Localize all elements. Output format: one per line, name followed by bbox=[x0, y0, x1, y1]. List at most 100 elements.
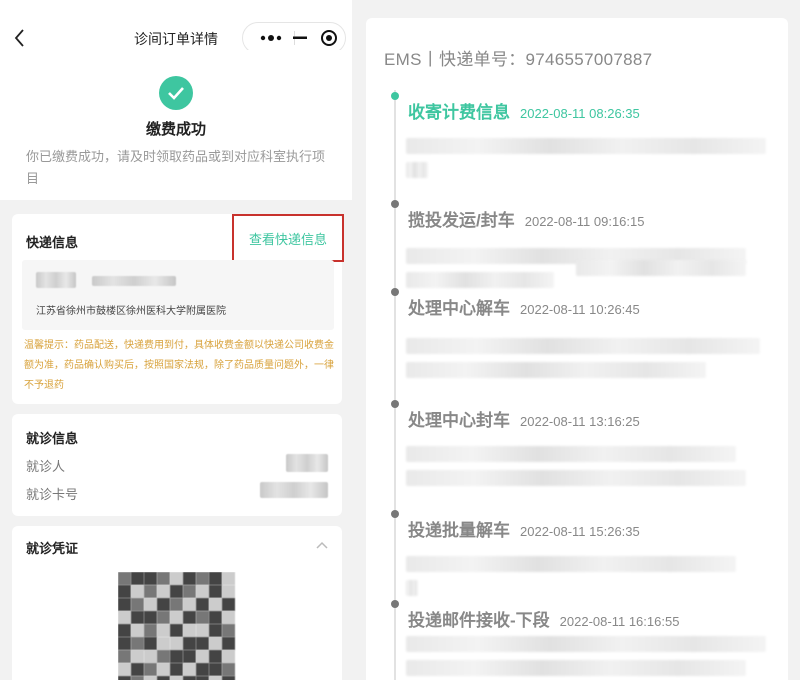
event-status: 揽投发运/封车 bbox=[408, 211, 515, 230]
qr-cell bbox=[196, 624, 209, 637]
qr-cell bbox=[157, 585, 170, 598]
express-info-card: 快递信息 查看快递信息 江苏省徐州市鼓楼区徐州医科大学附属医院 温馨提示：药品配… bbox=[12, 214, 344, 404]
event-status: 处理中心封车 bbox=[408, 411, 510, 430]
event-detail-redacted bbox=[406, 660, 746, 676]
timeline-event: 投递批量解车 2022-08-11 15:26:35 bbox=[408, 516, 640, 541]
qr-cell bbox=[131, 572, 144, 585]
timeline-line bbox=[394, 90, 396, 680]
timeline-event: 收寄计费信息 2022-08-11 08:26:35 bbox=[408, 98, 640, 123]
qr-cell bbox=[183, 676, 196, 680]
address-box: 江苏省徐州市鼓楼区徐州医科大学附属医院 bbox=[22, 260, 334, 330]
qr-cell bbox=[209, 611, 222, 624]
event-time: 2022-08-11 09:16:15 bbox=[524, 214, 645, 229]
event-detail-redacted bbox=[406, 162, 428, 178]
event-detail-redacted bbox=[406, 338, 760, 354]
qr-cell bbox=[170, 624, 183, 637]
event-time: 2022-08-11 15:26:35 bbox=[520, 524, 640, 539]
qr-cell bbox=[131, 663, 144, 676]
qr-cell bbox=[170, 676, 183, 680]
qr-cell bbox=[183, 650, 196, 663]
qr-cell bbox=[222, 624, 235, 637]
event-time: 2022-08-11 08:26:35 bbox=[520, 106, 640, 121]
event-status: 收寄计费信息 bbox=[408, 103, 510, 122]
qr-cell bbox=[170, 572, 183, 585]
event-status: 投递邮件接收-下段 bbox=[408, 611, 550, 630]
qr-code-redacted bbox=[118, 572, 236, 680]
card-number-redacted bbox=[260, 482, 328, 498]
visit-info-card: 就诊信息 就诊人 就诊卡号 bbox=[12, 414, 342, 516]
timeline-event: 投递邮件接收-下段 2022-08-11 16:16:55 bbox=[408, 606, 679, 631]
qr-cell bbox=[144, 585, 157, 598]
qr-cell bbox=[183, 572, 196, 585]
qr-cell bbox=[170, 650, 183, 663]
patient-label: 就诊人 bbox=[26, 459, 66, 474]
qr-cell bbox=[183, 624, 196, 637]
qr-cell bbox=[157, 637, 170, 650]
timeline-dot bbox=[391, 200, 399, 208]
timeline-dot bbox=[391, 92, 399, 100]
qr-cell bbox=[144, 611, 157, 624]
qr-cell bbox=[118, 611, 131, 624]
qr-cell bbox=[157, 650, 170, 663]
qr-cell bbox=[222, 598, 235, 611]
qr-cell bbox=[209, 585, 222, 598]
recipient-phone-redacted bbox=[92, 276, 176, 286]
event-detail-redacted bbox=[406, 636, 766, 652]
qr-cell bbox=[157, 663, 170, 676]
qr-cell bbox=[196, 611, 209, 624]
qr-cell bbox=[157, 676, 170, 680]
event-detail-redacted bbox=[406, 272, 554, 288]
payment-status-section: 缴费成功 你已缴费成功，请及时领取药品或到对应科室执行项目 bbox=[0, 50, 352, 200]
qr-cell bbox=[222, 650, 235, 663]
qr-cell bbox=[131, 650, 144, 663]
timeline-dot bbox=[391, 600, 399, 608]
qr-cell bbox=[196, 585, 209, 598]
qr-cell bbox=[209, 650, 222, 663]
qr-cell bbox=[118, 585, 131, 598]
qr-cell bbox=[222, 585, 235, 598]
qr-cell bbox=[118, 663, 131, 676]
event-time: 2022-08-11 16:16:55 bbox=[559, 614, 680, 629]
qr-cell bbox=[196, 572, 209, 585]
qr-cell bbox=[196, 676, 209, 680]
timeline-event: 揽投发运/封车 2022-08-11 09:16:15 bbox=[408, 206, 644, 231]
qr-cell bbox=[157, 598, 170, 611]
qr-cell bbox=[196, 650, 209, 663]
qr-cell bbox=[183, 598, 196, 611]
timeline-dot bbox=[391, 400, 399, 408]
qr-cell bbox=[196, 663, 209, 676]
qr-cell bbox=[183, 611, 196, 624]
qr-cell bbox=[131, 585, 144, 598]
qr-cell bbox=[209, 637, 222, 650]
qr-cell bbox=[144, 572, 157, 585]
qr-cell bbox=[170, 663, 183, 676]
order-detail-panel: 诊间订单详情 缴费成功 你已缴费成功，请及时领取药品或到对应科室执行项目 快递信… bbox=[0, 0, 352, 680]
view-express-button[interactable]: 查看快递信息 bbox=[232, 214, 344, 262]
chevron-up-icon[interactable] bbox=[316, 540, 328, 552]
qr-cell bbox=[183, 663, 196, 676]
event-detail-redacted bbox=[406, 362, 706, 378]
qr-cell bbox=[118, 598, 131, 611]
payment-description: 你已缴费成功，请及时领取药品或到对应科室执行项目 bbox=[26, 149, 326, 186]
check-icon bbox=[159, 76, 193, 110]
visit-voucher-title: 就诊凭证 bbox=[26, 541, 79, 556]
timeline-dot bbox=[391, 288, 399, 296]
qr-cell bbox=[196, 637, 209, 650]
close-target-icon[interactable] bbox=[313, 23, 345, 53]
qr-cell bbox=[118, 650, 131, 663]
qr-cell bbox=[222, 663, 235, 676]
event-detail-redacted bbox=[406, 580, 418, 596]
qr-cell bbox=[118, 572, 131, 585]
timeline-dot bbox=[391, 510, 399, 518]
warm-tip-text: 温馨提示：药品配送，快递费用到付，具体收费金额以快递公司收费金额为准，药品确认购… bbox=[24, 340, 334, 391]
qr-cell bbox=[209, 572, 222, 585]
qr-cell bbox=[222, 611, 235, 624]
event-status: 处理中心解车 bbox=[408, 299, 510, 318]
qr-cell bbox=[131, 598, 144, 611]
qr-cell bbox=[144, 663, 157, 676]
tracking-panel: EMS丨快递单号：9746557007887 收寄计费信息 2022-08-11 … bbox=[366, 18, 788, 680]
qr-cell bbox=[118, 637, 131, 650]
qr-cell bbox=[131, 611, 144, 624]
card-number-label: 就诊卡号 bbox=[26, 487, 79, 502]
timeline-event: 处理中心封车 2022-08-11 13:16:25 bbox=[408, 406, 640, 431]
